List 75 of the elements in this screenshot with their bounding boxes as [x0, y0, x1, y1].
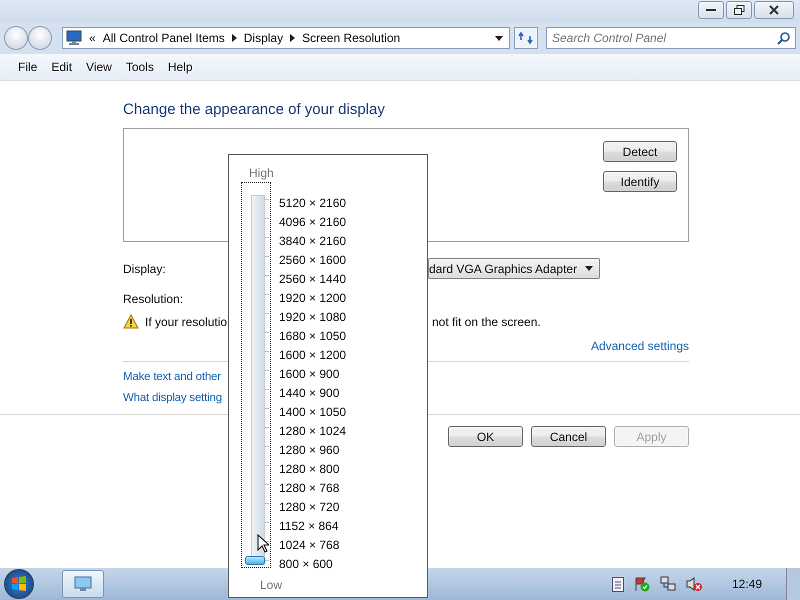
breadcrumb[interactable]: Display: [244, 31, 284, 45]
resolution-option[interactable]: 5120 × 2160: [279, 194, 346, 213]
taskbar-app-button[interactable]: [62, 570, 104, 598]
minimize-button[interactable]: [698, 1, 724, 19]
monitor-icon: [74, 576, 92, 592]
help-link[interactable]: Make text and other: [123, 371, 221, 383]
minimize-icon: [706, 8, 716, 12]
page-heading: Change the appearance of your display: [123, 101, 386, 118]
resolution-option[interactable]: 1920 × 1080: [279, 308, 346, 327]
resolution-option[interactable]: 1440 × 900: [279, 384, 346, 403]
resolution-option[interactable]: 1280 × 1024: [279, 422, 346, 441]
dropdown-arrow-icon: [585, 266, 594, 271]
search-icon: [777, 32, 790, 45]
resolution-option[interactable]: 1400 × 1050: [279, 403, 346, 422]
menu-item[interactable]: Edit: [51, 60, 72, 74]
slider-low-label: Low: [259, 578, 284, 592]
resolution-option[interactable]: 1280 × 960: [279, 441, 346, 460]
windows-logo-icon: [9, 574, 29, 594]
resolution-slider[interactable]: [241, 182, 271, 568]
search-field[interactable]: Search Control Panel: [546, 27, 796, 49]
restore-button[interactable]: [726, 1, 752, 19]
resolution-option[interactable]: 3840 × 2160: [279, 232, 346, 251]
resolution-option[interactable]: 1152 × 864: [279, 517, 346, 536]
resolution-option[interactable]: 1600 × 900: [279, 365, 346, 384]
address-bar[interactable]: « All Control Panel Items Display Screen Resolution: [62, 27, 510, 49]
resolution-option[interactable]: 1280 × 720: [279, 498, 346, 517]
monitor-button[interactable]: Detect: [603, 141, 677, 162]
resolution-option[interactable]: 1024 × 768: [279, 536, 346, 555]
dialog-button[interactable]: OK: [448, 426, 523, 447]
display-label: Display:: [123, 262, 167, 276]
clock[interactable]: 12:49: [732, 577, 762, 591]
help-link[interactable]: What display setting: [123, 392, 222, 404]
start-button[interactable]: [4, 569, 34, 599]
dropdown-arrow-icon[interactable]: [495, 36, 503, 40]
refresh-button[interactable]: [514, 27, 538, 49]
resolution-option[interactable]: 2560 × 1600: [279, 251, 346, 270]
mouse-pointer-icon: [257, 534, 269, 553]
slider-thumb[interactable]: [245, 556, 265, 565]
resolution-option[interactable]: 1920 × 1200: [279, 289, 346, 308]
resolution-option[interactable]: 1600 × 1200: [279, 346, 346, 365]
muted-speaker-icon[interactable]: [686, 576, 702, 592]
slider-high-label: High: [248, 166, 275, 180]
breadcrumb[interactable]: Screen Resolution: [302, 31, 400, 45]
chevron-icon: [290, 34, 296, 42]
menu-item[interactable]: Help: [168, 60, 193, 74]
monitor-button[interactable]: Identify: [603, 171, 677, 192]
warning-text: not fit on the screen.: [432, 314, 542, 328]
resolution-option[interactable]: 1280 × 800: [279, 460, 346, 479]
breadcrumb-overflow[interactable]: «: [89, 31, 96, 45]
resolution-label: Resolution:: [123, 292, 184, 306]
menu-item[interactable]: Tools: [126, 60, 154, 74]
chevron-icon: [232, 34, 237, 42]
resolution-option[interactable]: 2560 × 1440: [279, 270, 346, 289]
resolution-option[interactable]: 4096 × 2160: [279, 213, 346, 232]
close-icon: [769, 5, 779, 15]
advanced-settings-link[interactable]: Advanced settings: [590, 339, 689, 353]
menu-item[interactable]: View: [86, 60, 112, 74]
back-button[interactable]: [4, 26, 28, 50]
dialog-button[interactable]: Cancel: [531, 426, 606, 447]
display-dropdown[interactable]: dard VGA Graphics Adapter: [428, 258, 600, 279]
monitor-icon: [66, 30, 82, 46]
breadcrumb[interactable]: All Control Panel Items: [102, 31, 225, 45]
resolution-option[interactable]: 1280 × 768: [279, 479, 346, 498]
forward-button[interactable]: [28, 26, 52, 50]
menu-item[interactable]: File: [18, 60, 38, 74]
flag-check-icon[interactable]: [634, 576, 650, 592]
document-icon[interactable]: [612, 576, 624, 592]
network-icon[interactable]: [660, 576, 676, 592]
refresh-icon: [518, 31, 534, 45]
restore-icon: [734, 5, 744, 15]
close-button[interactable]: [754, 1, 794, 19]
warning-text: If your resolutio: [145, 314, 228, 328]
warning-icon: [123, 314, 139, 329]
resolution-option[interactable]: 1680 × 1050: [279, 327, 346, 346]
resolution-option[interactable]: 800 × 600: [279, 555, 346, 574]
